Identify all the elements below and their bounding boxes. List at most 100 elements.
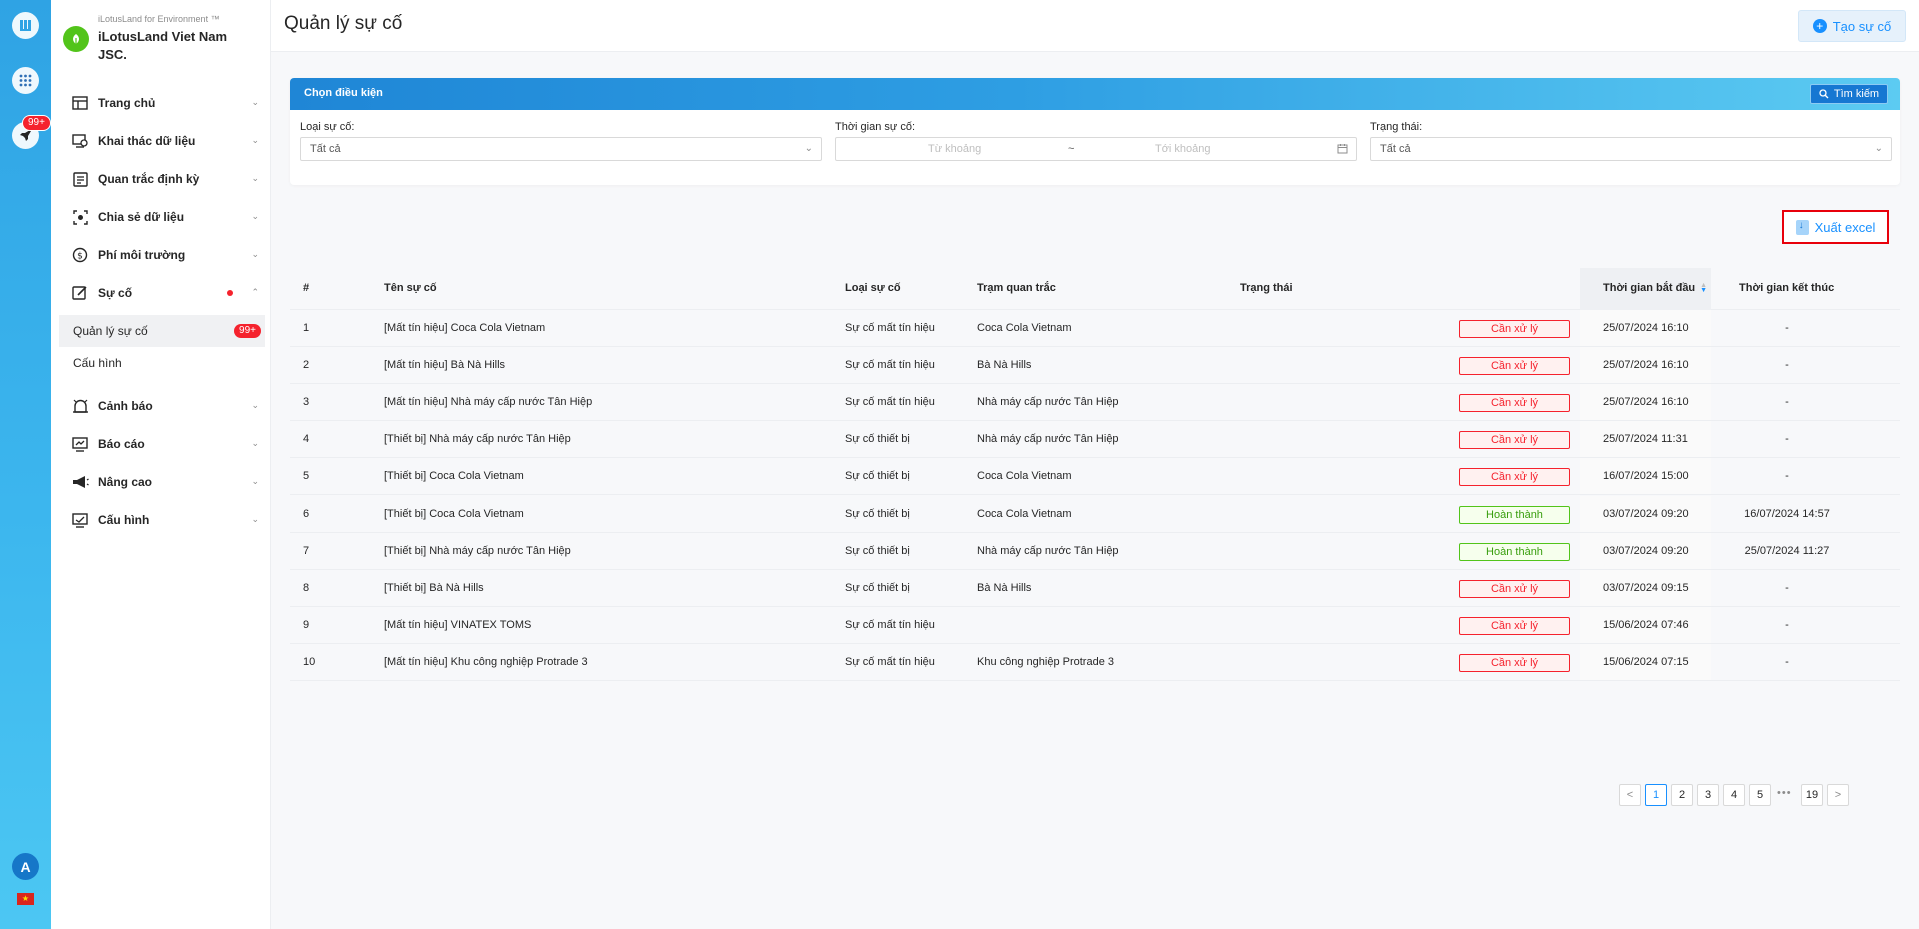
chevron-down-icon: ⌄ bbox=[251, 438, 259, 448]
next-page-button[interactable]: > bbox=[1827, 784, 1849, 806]
notification-badge: 99+ bbox=[22, 115, 51, 131]
column-header-station: Trạm quan trắc bbox=[977, 282, 1056, 294]
last-page-button[interactable]: 19 bbox=[1801, 784, 1823, 806]
share-data-icon bbox=[71, 208, 89, 226]
sidebar-item-alarm[interactable]: Cảnh báo ⌄ bbox=[51, 387, 271, 425]
cell-incident-type: Sự cố mất tín hiệu bbox=[845, 359, 935, 372]
status-select[interactable]: Tất cả ⌄ bbox=[1370, 137, 1892, 161]
column-header-start-time[interactable]: Thời gian bắt đầu ▲ ▼ bbox=[1603, 282, 1707, 294]
time-to-input[interactable]: Tới khoảng bbox=[1155, 143, 1211, 155]
page-button[interactable]: 2 bbox=[1671, 784, 1693, 806]
sidebar-item-label: Cảnh báo bbox=[98, 399, 153, 413]
search-icon bbox=[1819, 89, 1829, 99]
cell-start-time: 03/07/2024 09:20 bbox=[1603, 544, 1689, 557]
chevron-up-icon: ⌃ bbox=[251, 287, 259, 297]
cell-start-time: 25/07/2024 16:10 bbox=[1603, 359, 1689, 372]
table-row[interactable]: 5 [Thiết bị] Coca Cola Vietnam Sự cố thiết… bbox=[290, 458, 1900, 496]
table-row[interactable]: 4 [Thiết bị] Nhà máy cấp nước Tân Hiệp Sự … bbox=[290, 421, 1900, 459]
sidebar-item-label: Trang chủ bbox=[98, 96, 156, 110]
time-from-input[interactable]: Từ khoảng bbox=[928, 143, 981, 155]
column-header-end-time: Thời gian kết thúc bbox=[1739, 282, 1835, 294]
cell-incident-type: Sự cố thiết bị bbox=[845, 470, 910, 483]
column-header-status: Trạng thái bbox=[1240, 282, 1293, 294]
table-row[interactable]: 3 [Mất tín hiệu] Nhà máy cấp nước Tân Hiệ… bbox=[290, 384, 1900, 422]
export-excel-label: Xuất excel bbox=[1814, 219, 1876, 235]
sidebar-subitem-incident-config[interactable]: Cấu hình bbox=[59, 347, 265, 379]
cell-incident-name[interactable]: [Thiết bị] Coca Cola Vietnam bbox=[384, 508, 524, 520]
cell-number: 3 bbox=[303, 396, 310, 409]
config-icon bbox=[71, 511, 89, 529]
apps-grid-icon[interactable] bbox=[12, 67, 39, 94]
brand-name: iLotusLand Viet Nam JSC. bbox=[98, 29, 228, 62]
cell-incident-name[interactable]: [Thiết bị] Nhà máy cấp nước Tân Hiệp bbox=[384, 433, 571, 445]
status-filter-value: Tất cả bbox=[1380, 143, 1411, 155]
cell-incident-name[interactable]: [Thiết bị] Nhà máy cấp nước Tân Hiệp bbox=[384, 545, 571, 557]
cell-end-time: 16/07/2024 14:57 bbox=[1744, 507, 1830, 520]
sidebar-item-incident[interactable]: Sự cố ⌃ bbox=[51, 274, 271, 312]
cell-incident-name[interactable]: [Mất tín hiệu] Khu công nghiệp Protrade … bbox=[384, 656, 588, 668]
app-logo-icon[interactable] bbox=[12, 12, 39, 39]
table-row[interactable]: 8 [Thiết bị] Bà Nà Hills Sự cố thiết bị Bà … bbox=[290, 569, 1900, 607]
sidebar-item-label: Nâng cao bbox=[98, 475, 153, 489]
prev-page-button[interactable]: < bbox=[1619, 784, 1641, 806]
user-avatar[interactable]: A bbox=[12, 853, 39, 880]
sidebar-item-home[interactable]: Trang chủ ⌄ bbox=[51, 84, 271, 122]
incident-time-range-picker[interactable]: Từ khoảng ~ Tới khoảng bbox=[835, 137, 1357, 161]
status-badge: Cần xử lý bbox=[1459, 357, 1570, 376]
cell-number: 6 bbox=[303, 507, 310, 520]
sidebar-item-periodic-monitoring[interactable]: Quan trắc định kỳ ⌄ bbox=[51, 160, 271, 198]
cell-station: Nhà máy cấp nước Tân Hiệp bbox=[977, 433, 1119, 446]
cell-incident-name[interactable]: [Mất tín hiệu] Coca Cola Vietnam bbox=[384, 322, 545, 334]
incident-type-select[interactable]: Tất cả ⌄ bbox=[300, 137, 822, 161]
cell-incident-name[interactable]: [Mất tín hiệu] Nhà máy cấp nước Tân Hiệp bbox=[384, 396, 592, 408]
export-excel-button[interactable]: Xuất excel bbox=[1782, 210, 1889, 244]
cell-incident-name[interactable]: [Mất tín hiệu] VINATEX TOMS bbox=[384, 619, 531, 631]
cell-end-time: - bbox=[1785, 618, 1789, 631]
cell-number: 2 bbox=[303, 359, 310, 372]
table-row[interactable]: 7 [Thiết bị] Nhà máy cấp nước Tân Hiệp Sự … bbox=[290, 532, 1900, 570]
table-row[interactable]: 1 [Mất tín hiệu] Coca Cola Vietnam Sự cố m… bbox=[290, 310, 1900, 348]
cell-incident-name[interactable]: [Mất tín hiệu] Bà Nà Hills bbox=[384, 359, 505, 371]
start-time-header-label: Thời gian bắt đầu bbox=[1603, 282, 1696, 294]
sidebar-item-share-data[interactable]: Chia sẻ dữ liệu ⌄ bbox=[51, 198, 271, 236]
lotus-logo-icon bbox=[63, 26, 89, 52]
table-row[interactable]: 6 [Thiết bị] Coca Cola Vietnam Sự cố thiết… bbox=[290, 495, 1900, 533]
page-button[interactable]: 3 bbox=[1697, 784, 1719, 806]
sidebar-item-config[interactable]: Cấu hình ⌄ bbox=[51, 501, 271, 539]
cell-end-time: - bbox=[1785, 655, 1789, 668]
create-incident-button[interactable]: + Tạo sự cố bbox=[1798, 10, 1906, 42]
table-header: # Tên sự cố Loại sự cố Trạm quan trắc Tr… bbox=[290, 268, 1900, 310]
sidebar-item-report[interactable]: Báo cáo ⌄ bbox=[51, 425, 271, 463]
chevron-down-icon: ⌄ bbox=[1874, 143, 1883, 154]
sidebar-subitem-label: Cấu hình bbox=[73, 356, 122, 370]
cell-incident-name[interactable]: [Thiết bị] Bà Nà Hills bbox=[384, 582, 484, 594]
vietnam-flag-icon[interactable]: ★ bbox=[17, 893, 34, 905]
table-row[interactable]: 2 [Mất tín hiệu] Bà Nà Hills Sự cố mất tín… bbox=[290, 347, 1900, 385]
page-button[interactable]: 4 bbox=[1723, 784, 1745, 806]
cell-start-time: 16/07/2024 15:00 bbox=[1603, 470, 1689, 483]
unread-dot bbox=[227, 290, 233, 296]
cell-station: Coca Cola Vietnam bbox=[977, 322, 1072, 334]
table-row[interactable]: 9 [Mất tín hiệu] VINATEX TOMS Sự cố mất tí… bbox=[290, 606, 1900, 644]
sidebar-item-data-mining[interactable]: Khai thác dữ liệu ⌄ bbox=[51, 122, 271, 160]
table-row[interactable]: 10 [Mất tín hiệu] Khu công nghiệp Protrad… bbox=[290, 643, 1900, 681]
cell-incident-name[interactable]: [Thiết bị] Coca Cola Vietnam bbox=[384, 470, 524, 482]
page-button[interactable]: 5 bbox=[1749, 784, 1771, 806]
search-button[interactable]: Tìm kiếm bbox=[1810, 84, 1888, 104]
page-button[interactable]: 1 bbox=[1645, 784, 1667, 806]
cell-end-time: - bbox=[1785, 433, 1789, 446]
cell-number: 7 bbox=[303, 544, 310, 557]
page-ellipsis[interactable]: ••• bbox=[1777, 787, 1792, 799]
chevron-down-icon: ⌄ bbox=[251, 173, 259, 183]
sort-icon[interactable]: ▲ ▼ bbox=[1700, 282, 1707, 294]
home-layout-icon bbox=[71, 94, 89, 112]
filter-title: Chọn điều kiện bbox=[304, 87, 383, 99]
status-badge: Hoàn thành bbox=[1459, 542, 1570, 561]
sidebar-subitem-incident-management[interactable]: Quản lý sự cố 99+ bbox=[59, 315, 265, 347]
megaphone-icon bbox=[71, 473, 89, 491]
cell-start-time: 25/07/2024 11:31 bbox=[1603, 433, 1688, 446]
sidebar-item-advanced[interactable]: Nâng cao ⌄ bbox=[51, 463, 271, 501]
sidebar-item-environment-fee[interactable]: $ Phí môi trường ⌄ bbox=[51, 236, 271, 274]
cell-end-time: 25/07/2024 11:27 bbox=[1744, 544, 1830, 557]
create-incident-label: Tạo sự cố bbox=[1832, 18, 1892, 34]
